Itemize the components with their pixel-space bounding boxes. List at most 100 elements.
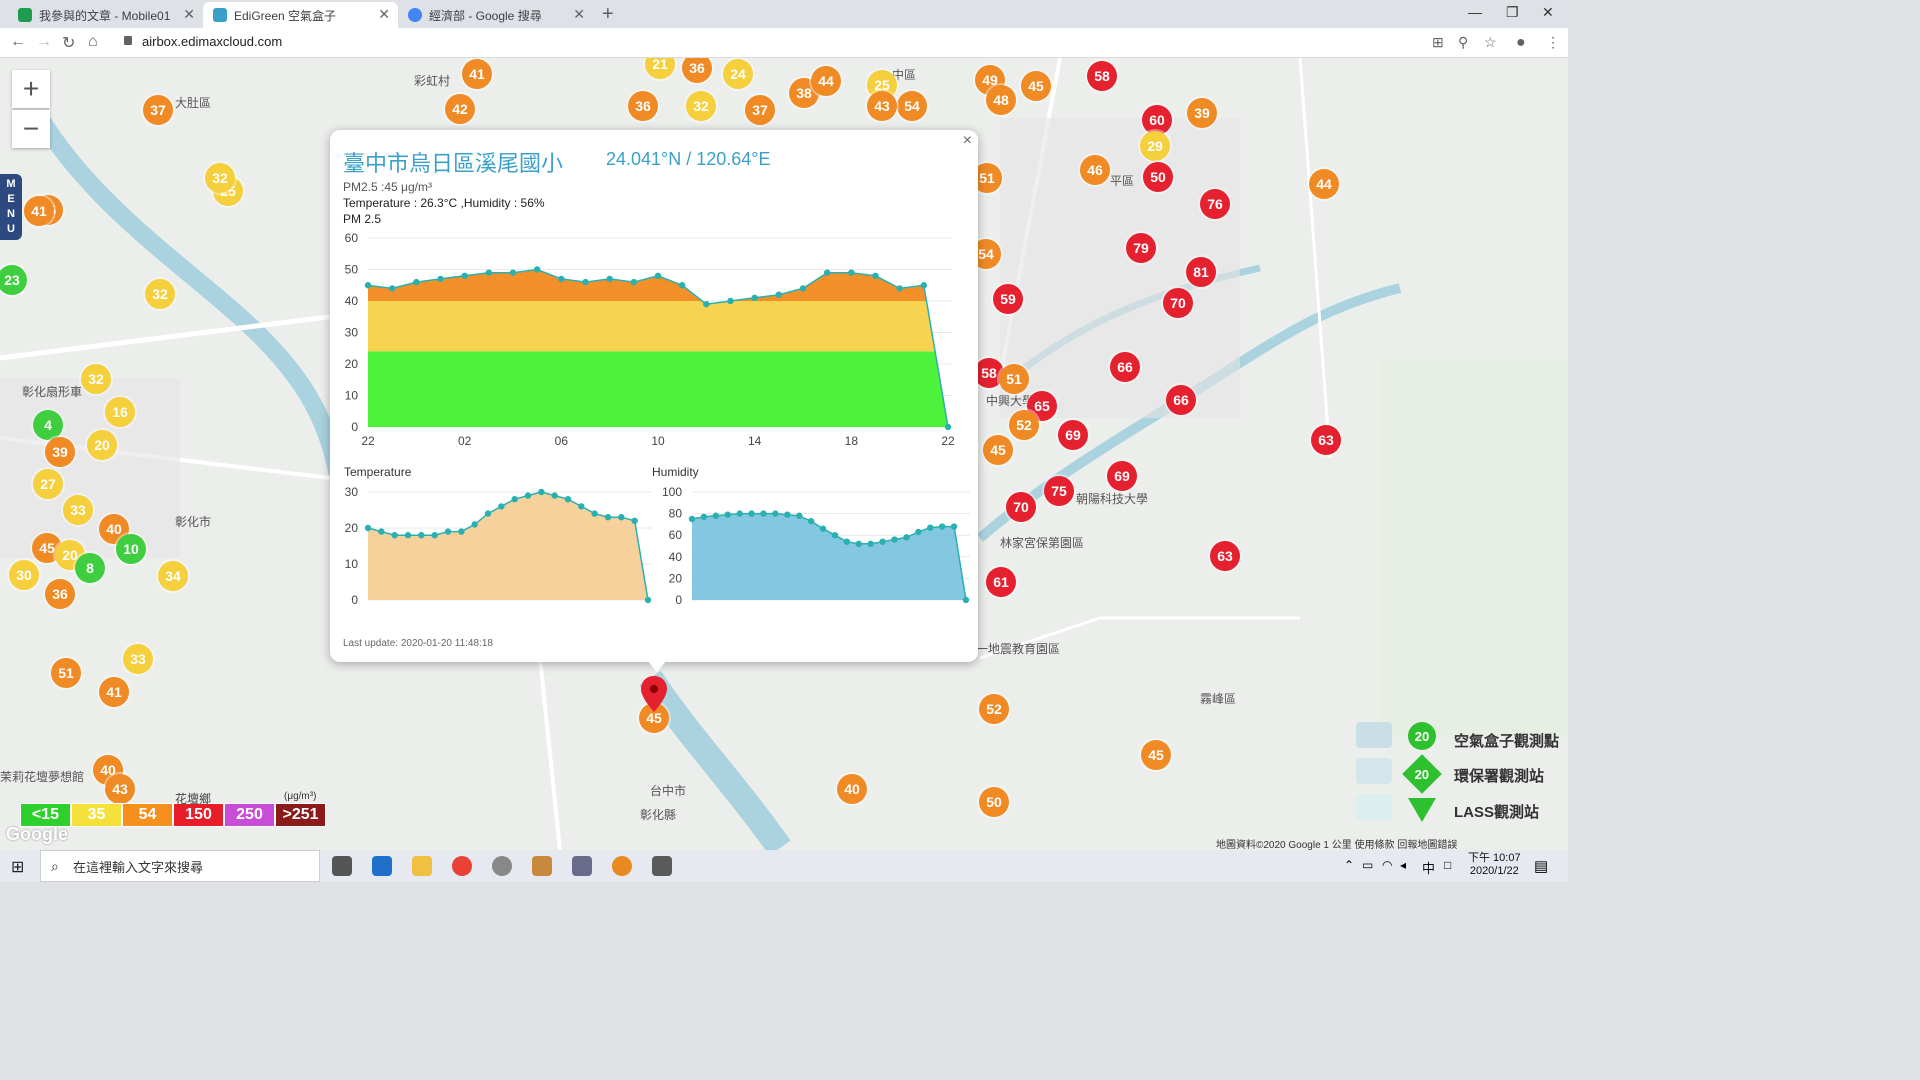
sensor-marker[interactable]: 33 [123,644,153,674]
volume-icon[interactable]: ◂ [1400,858,1406,872]
sensor-marker[interactable]: 50 [979,787,1009,817]
sensor-marker[interactable]: 8 [75,553,105,583]
sensor-marker[interactable]: 45 [1021,71,1051,101]
profile-icon[interactable]: ● [1516,34,1526,52]
sensor-marker[interactable]: 39 [45,437,75,467]
wifi-icon[interactable]: ◠ [1382,858,1392,872]
sensor-marker[interactable]: 45 [1141,740,1171,770]
new-tab-button[interactable]: + [602,3,614,26]
sensor-marker[interactable]: 32 [205,163,235,193]
app-icon[interactable] [652,856,672,876]
close-window-button[interactable]: ✕ [1542,4,1554,21]
sensor-marker[interactable]: 76 [1200,189,1230,219]
ime-indicator[interactable]: 中 [1422,858,1435,877]
sensor-marker[interactable]: 44 [1309,169,1339,199]
sensor-marker[interactable]: 37 [143,95,173,125]
sensor-marker[interactable]: 52 [1009,410,1039,440]
sensor-marker[interactable]: 20 [87,430,117,460]
tab-mobile01[interactable]: 我參與的文章 - Mobile01 ✕ [8,2,203,28]
system-clock[interactable]: 下午 10:07 2020/1/22 [1468,852,1521,878]
app-icon[interactable] [572,856,592,876]
menu-button[interactable]: MENU [0,174,22,240]
reload-icon[interactable]: ↻ [62,33,75,53]
taskbar-search-input[interactable]: ⌕ 在這裡輸入文字來搜尋 [40,850,320,882]
notification-icon[interactable]: ▤ [1534,857,1548,875]
sensor-marker[interactable]: 29 [1140,131,1170,161]
sensor-marker[interactable]: 32 [81,364,111,394]
input-mode-icon[interactable]: □ [1444,858,1451,872]
sensor-marker[interactable]: 36 [628,91,658,121]
sensor-marker[interactable]: 45 [983,435,1013,465]
task-view-icon[interactable] [332,856,352,876]
sensor-marker[interactable]: 66 [1110,352,1140,382]
sensor-marker[interactable]: 66 [1166,385,1196,415]
tray-chevron-icon[interactable]: ⌃ [1344,858,1354,872]
battery-icon[interactable]: ▭ [1362,858,1373,872]
sensor-marker[interactable]: 4 [33,410,63,440]
sensor-marker[interactable]: 70 [1163,288,1193,318]
close-tab-icon[interactable]: ✕ [573,6,585,23]
translate-icon[interactable]: ⊞ [1432,34,1444,51]
selected-location-pin-icon[interactable] [641,676,667,712]
sensor-marker[interactable]: 36 [45,579,75,609]
sensor-marker[interactable]: 52 [979,694,1009,724]
sensor-marker[interactable]: 61 [986,567,1016,597]
close-tab-icon[interactable]: ✕ [378,6,390,23]
sensor-marker[interactable]: 50 [1143,162,1173,192]
sensor-marker[interactable]: 30 [9,560,39,590]
sensor-marker[interactable]: 34 [158,561,188,591]
zoom-out-button[interactable]: − [12,110,50,148]
sensor-marker[interactable]: 75 [1044,476,1074,506]
address-bar[interactable]: airbox.edimaxcloud.com [142,34,282,49]
sensor-marker[interactable]: 59 [993,284,1023,314]
tab-google-search[interactable]: 經濟部 - Google 搜尋 ✕ [398,2,593,28]
sensor-marker[interactable]: 41 [99,677,129,707]
sensor-marker[interactable]: 51 [999,364,1029,394]
sensor-marker[interactable]: 69 [1107,461,1137,491]
sensor-marker[interactable]: 42 [445,94,475,124]
sensor-marker[interactable]: 32 [686,91,716,121]
sensor-marker[interactable]: 63 [1311,425,1341,455]
sensor-marker[interactable]: 46 [1080,155,1110,185]
close-popup-button[interactable]: × [963,132,972,150]
sensor-marker[interactable]: 40 [837,774,867,804]
file-explorer-icon[interactable] [412,856,432,876]
app-icon[interactable] [492,856,512,876]
chrome-icon[interactable] [452,856,472,876]
minimize-button[interactable]: — [1468,4,1482,20]
sensor-marker[interactable]: 58 [1087,61,1117,91]
sensor-marker[interactable]: 79 [1126,233,1156,263]
app-icon[interactable] [612,856,632,876]
sensor-marker[interactable]: 43 [867,91,897,121]
maximize-button[interactable]: ❐ [1506,4,1519,21]
sensor-marker[interactable]: 24 [723,59,753,89]
sensor-marker[interactable]: 54 [897,91,927,121]
windows-start-icon[interactable]: ⊞ [11,857,24,877]
forward-icon[interactable]: → [36,33,52,51]
map-attribution[interactable]: 地圖資料©2020 Google 1 公里 使用條款 回報地圖錯誤 [1216,836,1457,851]
sensor-marker[interactable]: 37 [745,95,775,125]
sensor-marker[interactable]: 63 [1210,541,1240,571]
sensor-marker[interactable]: 10 [116,534,146,564]
menu-dots-icon[interactable]: ⋮ [1546,34,1560,51]
sensor-marker[interactable]: 41 [462,59,492,89]
sensor-marker[interactable]: 70 [1006,492,1036,522]
back-icon[interactable]: ← [10,33,26,51]
edge-icon[interactable] [372,856,392,876]
sensor-marker[interactable]: 48 [986,85,1016,115]
sensor-marker[interactable]: 51 [51,658,81,688]
app-icon[interactable] [532,856,552,876]
sensor-marker[interactable]: 81 [1186,257,1216,287]
bookmark-star-icon[interactable]: ☆ [1484,34,1497,51]
home-icon[interactable]: ⌂ [88,33,98,51]
sensor-marker[interactable]: 69 [1058,420,1088,450]
sensor-marker[interactable]: 32 [145,279,175,309]
close-tab-icon[interactable]: ✕ [183,6,195,23]
zoom-icon[interactable]: ⚲ [1458,34,1468,51]
sensor-marker[interactable]: 41 [24,196,54,226]
sensor-marker[interactable]: 27 [33,469,63,499]
zoom-in-button[interactable]: + [12,70,50,108]
sensor-marker[interactable]: 16 [105,397,135,427]
sensor-marker[interactable]: 44 [811,66,841,96]
sensor-marker[interactable]: 39 [1187,98,1217,128]
